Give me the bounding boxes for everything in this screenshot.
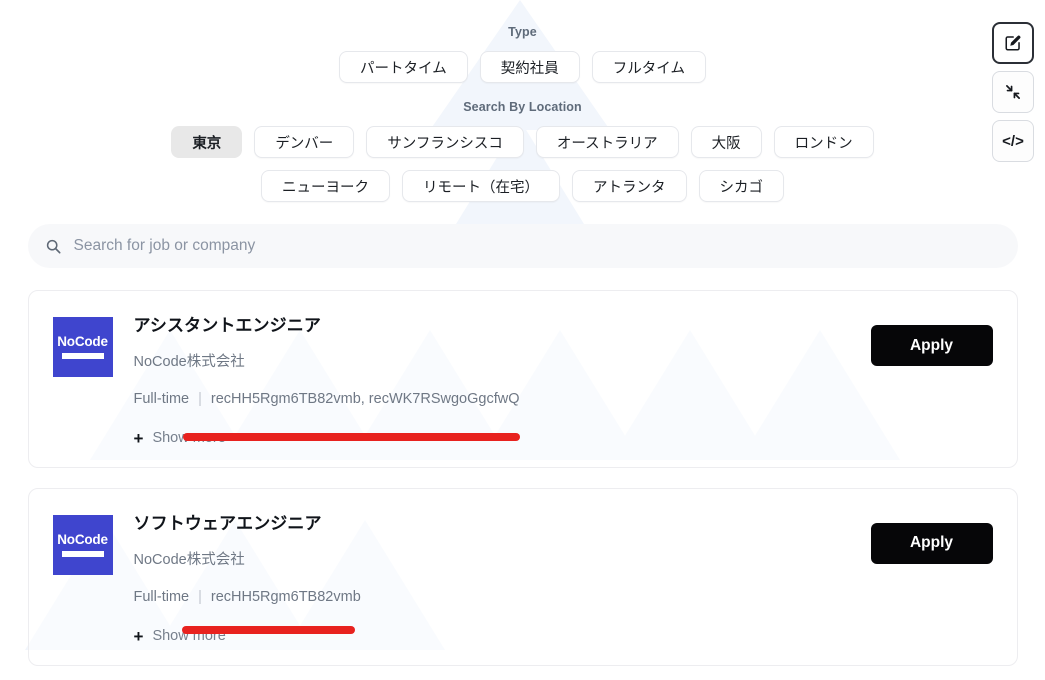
job-card[interactable]: NoCode ソフトウェアエンジニア NoCode株式会社 Full-time …	[27, 487, 1018, 666]
filters-section: Type パートタイム 契約社員 フルタイム Search By Locatio…	[16, 0, 1029, 202]
location-chip-osaka[interactable]: 大阪	[690, 126, 762, 158]
location-chip-chicago[interactable]: シカゴ	[698, 170, 784, 202]
location-chip-san-francisco[interactable]: サンフランシスコ	[366, 126, 524, 158]
apply-button[interactable]: Apply	[870, 522, 993, 564]
job-card-details: ソフトウェアエンジニア NoCode株式会社 Full-time | recHH…	[113, 511, 871, 607]
job-title: ソフトウェアエンジニア	[133, 513, 322, 533]
job-list: NoCode アシスタントエンジニア NoCode株式会社 Full-time …	[27, 290, 1018, 666]
search-input[interactable]	[71, 236, 1000, 256]
location-chip-atlanta[interactable]: アトランタ	[572, 170, 687, 202]
company-logo: NoCode	[52, 514, 113, 575]
apply-button[interactable]: Apply	[870, 325, 993, 366]
location-chip-london[interactable]: ロンドン	[773, 126, 874, 158]
job-card-header: NoCode アシスタントエンジニア NoCode株式会社 Full-time …	[52, 313, 993, 409]
job-record-ids: recHH5Rgm6TB82vmb	[210, 589, 361, 606]
job-meta: Full-time | recHH5Rgm6TB82vmb, recWK7RSw…	[134, 391, 871, 408]
company-logo: NoCode	[52, 317, 113, 377]
company-logo-text: NoCode	[57, 333, 108, 349]
edit-mode-button[interactable]	[992, 22, 1034, 64]
show-more-label: Show more	[152, 430, 226, 447]
location-chip-tokyo[interactable]: 東京	[171, 126, 243, 158]
location-chip-new-york[interactable]: ニューヨーク	[261, 170, 390, 202]
type-chip-part-time[interactable]: パートタイム	[339, 51, 468, 83]
view-code-button[interactable]: </>	[992, 120, 1034, 162]
job-meta-separator: |	[198, 391, 202, 408]
type-filter-chip-row: パートタイム 契約社員 フルタイム	[16, 51, 1029, 83]
company-logo-bar	[61, 551, 104, 558]
job-company: NoCode株式会社	[133, 354, 245, 371]
show-more-toggle[interactable]: + Show more	[134, 430, 226, 447]
job-card-details: アシスタントエンジニア NoCode株式会社 Full-time | recHH…	[113, 313, 871, 409]
job-company: NoCode株式会社	[133, 551, 245, 568]
location-filter-chip-row-1: 東京 デンバー サンフランシスコ オーストラリア 大阪 ロンドン	[16, 126, 1029, 158]
location-filter-label: Search By Location	[463, 100, 582, 114]
type-chip-contract[interactable]: 契約社員	[479, 51, 580, 83]
location-chip-australia[interactable]: オーストラリア	[535, 126, 679, 158]
location-chip-remote[interactable]: リモート（在宅）	[402, 170, 560, 202]
plus-icon: +	[133, 428, 144, 448]
show-more-toggle[interactable]: + Show more	[134, 628, 226, 645]
job-board-page: Type パートタイム 契約社員 フルタイム Search By Locatio…	[0, 0, 1045, 680]
job-card[interactable]: NoCode アシスタントエンジニア NoCode株式会社 Full-time …	[27, 290, 1018, 468]
collapse-button[interactable]	[992, 71, 1034, 113]
show-more-label: Show more	[152, 628, 226, 645]
plus-icon: +	[133, 626, 144, 646]
job-meta: Full-time | recHH5Rgm6TB82vmb	[134, 589, 871, 606]
job-meta-separator: |	[198, 589, 202, 606]
job-employment-type: Full-time	[133, 391, 190, 408]
location-filter-chip-row-2: ニューヨーク リモート（在宅） アトランタ シカゴ	[16, 170, 1029, 202]
job-employment-type: Full-time	[133, 589, 190, 606]
job-record-ids: recHH5Rgm6TB82vmb, recWK7RSwgoGgcfwQ	[210, 391, 520, 408]
location-chip-denver[interactable]: デンバー	[254, 126, 355, 158]
company-logo-bar	[61, 353, 104, 360]
type-chip-full-time[interactable]: フルタイム	[591, 51, 706, 83]
search-bar[interactable]	[27, 224, 1018, 268]
job-card-header: NoCode ソフトウェアエンジニア NoCode株式会社 Full-time …	[52, 511, 993, 607]
floating-toolbar: </>	[992, 22, 1034, 162]
collapse-arrows-icon	[1004, 83, 1022, 101]
edit-square-pencil-icon	[1004, 34, 1022, 52]
job-title: アシスタントエンジニア	[133, 316, 321, 335]
code-brackets-icon: </>	[1002, 132, 1024, 150]
type-filter-label: Type	[508, 25, 537, 39]
search-icon	[46, 239, 61, 254]
company-logo-text: NoCode	[57, 531, 108, 547]
